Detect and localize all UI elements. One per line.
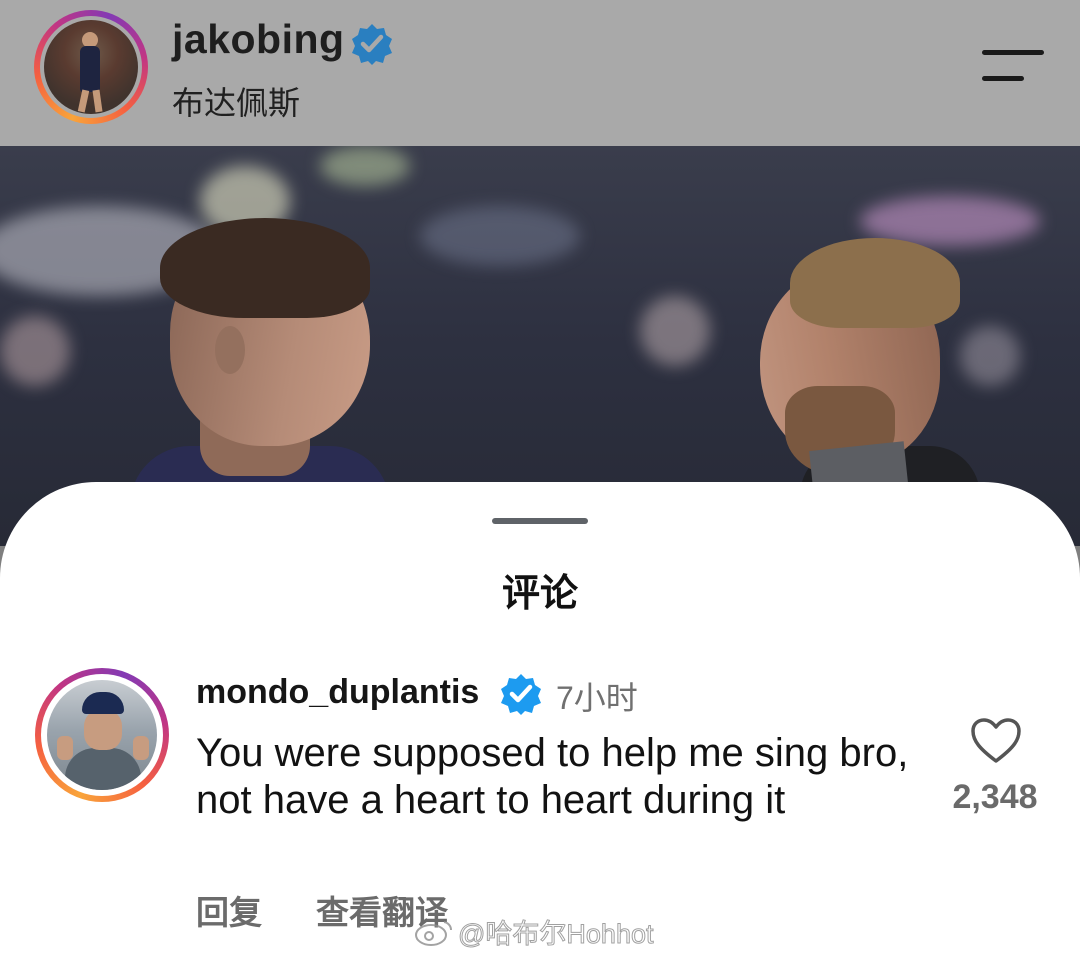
comment-text: You were supposed to help me sing bro, n… bbox=[196, 731, 909, 822]
sheet-title: 评论 bbox=[501, 573, 578, 615]
post-author-username[interactable]: jakobing bbox=[172, 16, 345, 63]
avatar-photo bbox=[44, 20, 138, 114]
comment-timestamp: 7小时 bbox=[556, 680, 638, 716]
weibo-logo-icon bbox=[415, 920, 453, 946]
post-author-avatar[interactable] bbox=[34, 10, 148, 124]
post-location[interactable]: 布达佩斯 bbox=[172, 78, 300, 124]
sheet-drag-handle[interactable] bbox=[492, 518, 588, 524]
comments-sheet: 评论 mondo_duplantis 7小时 You were supposed… bbox=[0, 482, 1080, 953]
avatar-photo bbox=[47, 680, 157, 790]
reply-button[interactable]: 回复 bbox=[196, 886, 262, 934]
watermark-text: @哈布尔Hohhot bbox=[457, 919, 654, 950]
verified-badge-icon bbox=[352, 24, 392, 65]
post-header: jakobing 布达佩斯 bbox=[0, 0, 1080, 146]
heart-outline-icon[interactable] bbox=[970, 717, 1022, 765]
commenter-avatar[interactable] bbox=[35, 668, 169, 802]
verified-badge-icon bbox=[501, 674, 541, 715]
commenter-username[interactable]: mondo_duplantis bbox=[196, 673, 479, 712]
watermark: @哈布尔Hohhot bbox=[414, 912, 654, 951]
hamburger-menu-icon[interactable] bbox=[982, 50, 1046, 86]
like-count: 2,348 bbox=[952, 778, 1038, 816]
